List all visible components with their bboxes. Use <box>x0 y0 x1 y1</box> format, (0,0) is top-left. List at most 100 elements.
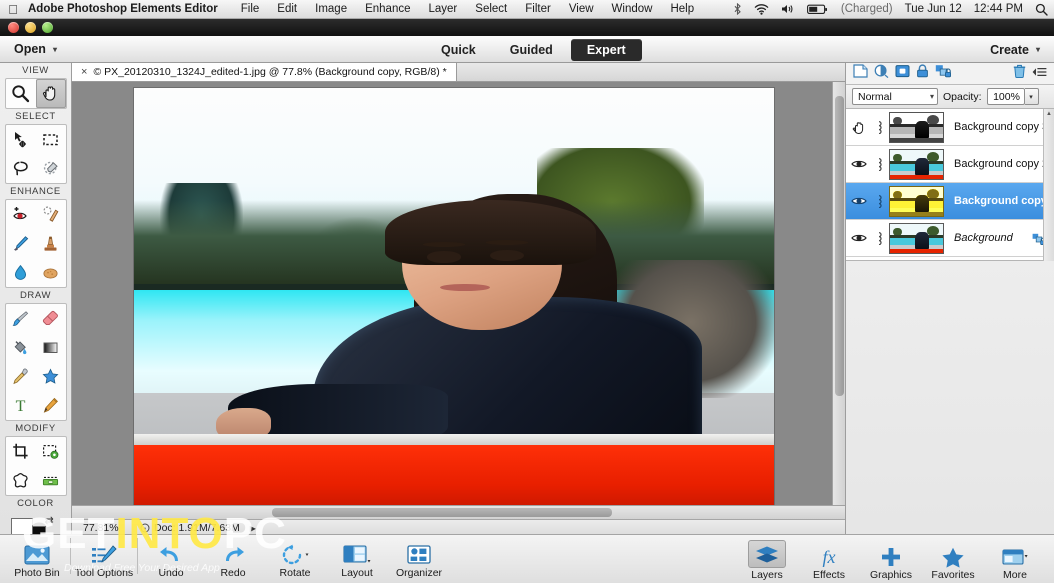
layer-link-icon[interactable] <box>872 231 885 245</box>
undo-button[interactable]: Undo <box>140 538 202 579</box>
layer-thumbnail[interactable] <box>889 222 944 254</box>
cookie-cutter-tool[interactable] <box>6 466 36 495</box>
battery-icon[interactable] <box>801 4 835 15</box>
tab-expert[interactable]: Expert <box>570 38 642 61</box>
window-close-button[interactable] <box>8 22 19 33</box>
straighten-tool[interactable] <box>36 466 66 495</box>
eraser-tool[interactable] <box>36 304 66 333</box>
gradient-tool[interactable] <box>36 333 66 362</box>
layer-visibility-toggle[interactable] <box>850 232 868 244</box>
app-name-menu[interactable]: Adobe Photoshop Elements Editor <box>26 0 232 19</box>
layer-thumbnail[interactable] <box>889 185 944 217</box>
link-layers-icon[interactable] <box>935 64 951 83</box>
bluetooth-icon[interactable] <box>727 3 748 15</box>
sponge-tool[interactable] <box>36 258 66 287</box>
recompose-tool[interactable] <box>36 437 66 466</box>
layer-name[interactable]: Background <box>954 232 1013 244</box>
clone-stamp-tool[interactable] <box>36 229 66 258</box>
canvas-horizontal-scrollbar[interactable] <box>72 505 845 519</box>
organizer-button[interactable]: Organizer <box>388 538 450 579</box>
graphics-panel-button[interactable]: Graphics <box>860 540 922 581</box>
blend-mode-select[interactable]: Normal ▾ <box>852 88 938 105</box>
layer-visibility-toggle[interactable] <box>850 158 868 170</box>
lasso-tool[interactable] <box>6 154 36 183</box>
layer-name[interactable]: Background copy 3 <box>954 121 1048 133</box>
type-tool[interactable]: T <box>6 391 36 420</box>
scroll-up-arrow-icon[interactable]: ▲ <box>1044 109 1054 119</box>
table-row[interactable]: Background <box>846 220 1054 257</box>
more-panels-button[interactable]: More <box>984 540 1046 581</box>
layer-link-icon[interactable] <box>872 157 885 171</box>
new-group-icon[interactable] <box>895 64 910 83</box>
custom-shape-tool[interactable] <box>36 362 66 391</box>
tab-guided[interactable]: Guided <box>494 39 569 61</box>
spotlight-search-icon[interactable] <box>1029 3 1054 16</box>
layers-list-scrollbar[interactable]: ▲ <box>1043 109 1054 261</box>
panel-menu-icon[interactable] <box>1032 65 1047 83</box>
zoom-tool[interactable] <box>6 79 36 108</box>
blur-tool[interactable] <box>6 258 36 287</box>
menu-edit[interactable]: Edit <box>268 0 306 19</box>
apple-menu-icon[interactable]:  <box>0 3 26 16</box>
new-layer-icon[interactable] <box>853 64 868 83</box>
red-eye-removal-tool[interactable] <box>6 200 36 229</box>
volume-icon[interactable] <box>775 3 801 15</box>
canvas-vertical-scrollbar[interactable] <box>832 82 845 505</box>
spot-healing-brush-tool[interactable] <box>36 200 66 229</box>
quick-selection-tool[interactable] <box>36 154 66 183</box>
layer-link-icon[interactable] <box>872 120 885 134</box>
crop-tool[interactable] <box>6 437 36 466</box>
rotate-button[interactable]: Rotate <box>264 538 326 579</box>
hand-tool[interactable] <box>35 79 66 108</box>
menu-select[interactable]: Select <box>466 0 516 19</box>
redo-button[interactable]: Redo <box>202 538 264 579</box>
layer-link-icon[interactable] <box>872 194 885 208</box>
menu-filter[interactable]: Filter <box>516 0 560 19</box>
move-tool[interactable] <box>6 125 36 154</box>
layer-visibility-toggle-hidden[interactable] <box>850 120 868 134</box>
table-row[interactable]: Background copy 3 <box>846 109 1054 146</box>
favorites-panel-button[interactable]: Favorites <box>922 540 984 581</box>
zoom-level-field[interactable]: 77.81% <box>80 522 134 534</box>
layers-panel-button[interactable]: Layers <box>736 538 798 581</box>
table-row[interactable]: Background copy 2 <box>846 146 1054 183</box>
window-minimize-button[interactable] <box>25 22 36 33</box>
document-image[interactable] <box>134 88 774 518</box>
canvas-area[interactable] <box>72 82 845 519</box>
menu-window[interactable]: Window <box>603 0 662 19</box>
delete-layer-icon[interactable] <box>1013 64 1026 83</box>
window-zoom-button[interactable] <box>42 22 53 33</box>
tab-quick[interactable]: Quick <box>425 39 492 61</box>
layer-thumbnail[interactable] <box>889 111 944 143</box>
adjustment-layer-icon[interactable] <box>874 64 889 83</box>
open-button[interactable]: Open ▾ <box>14 42 57 56</box>
menu-help[interactable]: Help <box>661 0 703 19</box>
layer-name[interactable]: Background copy <box>954 195 1047 207</box>
menu-image[interactable]: Image <box>306 0 356 19</box>
menu-view[interactable]: View <box>560 0 603 19</box>
photo-bin-button[interactable]: Photo Bin <box>6 538 68 579</box>
canvas-horizontal-scroll-thumb[interactable] <box>272 508 612 517</box>
paint-bucket-tool[interactable] <box>6 333 36 362</box>
pencil-tool[interactable] <box>36 391 66 420</box>
layer-thumbnail[interactable] <box>889 148 944 180</box>
opacity-input[interactable]: 100% <box>986 88 1025 105</box>
lock-layer-icon[interactable] <box>916 64 929 83</box>
canvas-vertical-scroll-thumb[interactable] <box>835 96 844 396</box>
opacity-stepper[interactable]: ▾ <box>1024 88 1039 105</box>
close-icon[interactable]: × <box>81 66 87 78</box>
menu-file[interactable]: File <box>232 0 269 19</box>
menu-layer[interactable]: Layer <box>420 0 467 19</box>
wifi-icon[interactable] <box>748 3 775 15</box>
layer-name[interactable]: Background copy 2 <box>954 158 1048 170</box>
tool-options-button[interactable]: Tool Options <box>73 538 135 579</box>
status-bar-arrow-icon[interactable]: ▶ <box>250 524 256 533</box>
layer-visibility-toggle[interactable] <box>850 195 868 207</box>
brush-tool[interactable] <box>6 304 36 333</box>
document-tab[interactable]: × © PX_20120310_1324J_edited-1.jpg @ 77.… <box>72 63 457 81</box>
eyedropper-tool[interactable] <box>6 362 36 391</box>
smart-brush-tool[interactable] <box>6 229 36 258</box>
create-button[interactable]: Create ▾ <box>990 36 1040 63</box>
layout-button[interactable]: Layout <box>326 538 388 579</box>
menu-enhance[interactable]: Enhance <box>356 0 419 19</box>
